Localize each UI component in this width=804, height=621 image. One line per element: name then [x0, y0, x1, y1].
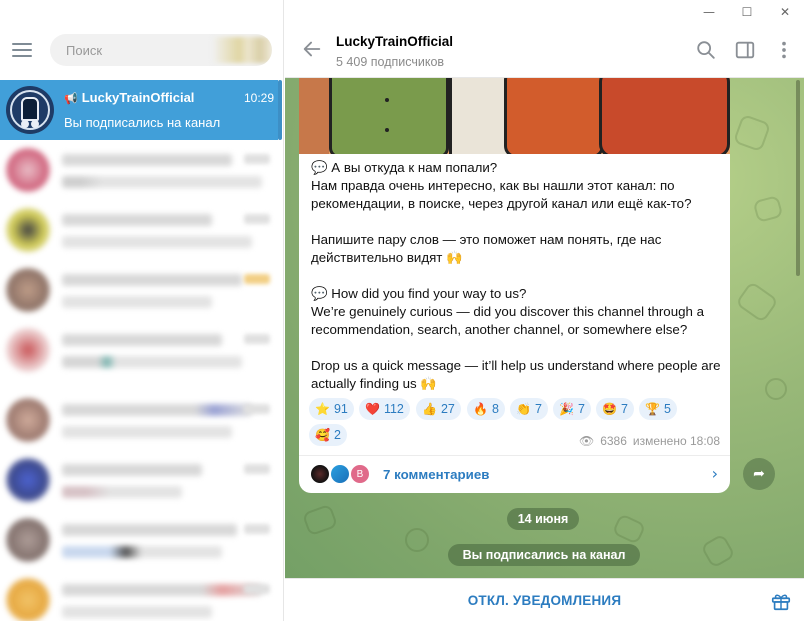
mute-notifications-button[interactable]: ОТКЛ. УВЕДОМЛЕНИЯ [285, 579, 804, 621]
more-vertical-icon[interactable] [773, 39, 795, 61]
date-separator: 14 июня [507, 508, 579, 530]
comments-label: 7 комментариев [383, 467, 490, 482]
minimize-button[interactable]: — [690, 0, 728, 24]
list-item[interactable] [0, 322, 278, 382]
reaction-star-struck[interactable]: 🤩 7 [596, 398, 634, 420]
chat-last-message: Вы подписались на канал [64, 115, 221, 130]
reaction-smiling-hearts[interactable]: 🥰 2 [309, 424, 347, 446]
post-text-line: We’re genuinely curious — did you discov… [311, 304, 704, 319]
post-text-line: Напишите пару слов — это поможет нам пон… [311, 232, 662, 247]
post-text-line: Drop us a quick message — it’ll help us … [311, 358, 721, 373]
post-image[interactable] [299, 78, 730, 154]
list-item[interactable] [0, 512, 278, 572]
maximize-button[interactable]: ☐ [728, 0, 766, 24]
sidebar-toggle-icon[interactable] [734, 39, 756, 61]
post-text-line: Нам правда очень интересно, как вы нашли… [311, 178, 675, 193]
chat-list-item-active[interactable]: 📢 LuckyTrainOfficial 10:29 Вы подписались… [0, 80, 278, 140]
window-controls: — ☐ ✕ [690, 0, 804, 24]
list-item[interactable] [0, 392, 278, 452]
search-icon[interactable] [695, 39, 717, 61]
search-input[interactable]: Поиск [50, 34, 272, 66]
channel-post: 💬 А вы откуда к нам попали? Нам правда о… [299, 78, 730, 493]
list-item[interactable] [0, 202, 278, 262]
list-item[interactable] [0, 262, 278, 322]
post-text-line: actually finding us 🙌 [311, 376, 437, 391]
reaction-star[interactable]: ⭐ 91 [309, 398, 354, 420]
edited-time: изменено 18:08 [632, 434, 720, 448]
chat-background: 💬 А вы откуда к нам попали? Нам правда о… [285, 78, 804, 578]
reaction-thumbs-up[interactable]: 👍 27 [416, 398, 461, 420]
blurred-region [212, 37, 272, 63]
views-eye-icon: 👁 [578, 434, 595, 448]
commenter-avatar: B [349, 463, 371, 485]
chat-header: LuckyTrainOfficial 5 409 подписчиков [285, 24, 804, 78]
avatar [6, 86, 54, 134]
post-text-line: действительно видят 🙌 [311, 250, 463, 265]
commenter-avatar [309, 463, 331, 485]
chat-panel: LuckyTrainOfficial 5 409 подписчиков 💬 А… [285, 0, 804, 621]
chat-name: 📢 LuckyTrainOfficial [64, 90, 195, 105]
chat-list-panel: Поиск 📢 LuckyTrainOfficial 10:29 Вы подпи… [0, 0, 284, 621]
list-item[interactable] [0, 572, 278, 621]
list-item[interactable] [0, 142, 278, 202]
post-text-line: 💬 А вы откуда к нам попали? [311, 160, 498, 175]
telegram-avatar-icon [329, 463, 351, 485]
subscriber-count: 5 409 подписчиков [336, 55, 445, 69]
scrollbar[interactable] [796, 80, 800, 276]
reaction-trophy[interactable]: 🏆 5 [639, 398, 677, 420]
reaction-clap[interactable]: 👏 7 [510, 398, 548, 420]
reaction-heart[interactable]: ❤️ 112 [359, 398, 410, 420]
close-button[interactable]: ✕ [766, 0, 804, 24]
search-placeholder: Поиск [66, 43, 103, 58]
comments-button[interactable]: B 7 комментариев › [299, 456, 730, 493]
back-arrow-icon[interactable] [301, 38, 323, 60]
chat-list-header: Поиск [0, 28, 283, 74]
chevron-right-icon: › [711, 464, 718, 483]
views-count: 6386 [600, 434, 627, 448]
service-message: Вы подписались на канал [448, 544, 640, 566]
channel-title[interactable]: LuckyTrainOfficial [336, 34, 453, 49]
reaction-fire[interactable]: 🔥 8 [467, 398, 505, 420]
scrollbar[interactable] [278, 80, 282, 140]
gift-icon[interactable] [770, 590, 792, 612]
hamburger-menu-icon[interactable] [12, 42, 32, 58]
megaphone-icon: 📢 [64, 92, 78, 105]
list-item[interactable] [0, 452, 278, 512]
post-meta: 👁 6386 изменено 18:08 [579, 434, 720, 448]
post-text-line: рекомендации, в поиске, через другой кан… [311, 196, 692, 211]
reaction-party[interactable]: 🎉 7 [553, 398, 591, 420]
chat-time: 10:29 [243, 91, 274, 105]
post-text-line: 💬 How did you find your way to us? [311, 286, 527, 301]
bottom-bar: ОТКЛ. УВЕДОМЛЕНИЯ [285, 578, 804, 621]
post-text-line: recommendation, search, another channel,… [311, 322, 688, 337]
share-icon[interactable]: ➦ [743, 458, 775, 490]
